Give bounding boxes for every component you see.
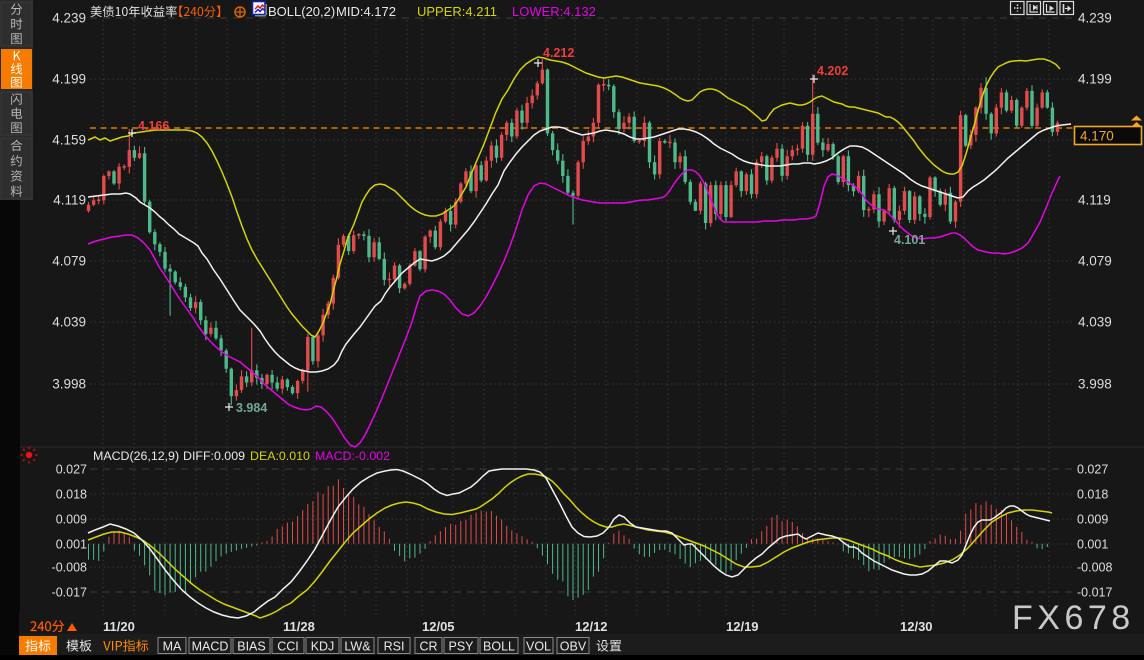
svg-text:4.119: 4.119: [53, 193, 86, 208]
svg-text:MA: MA: [163, 640, 182, 654]
svg-text:LW&: LW&: [344, 640, 371, 654]
svg-text:FX678: FX678: [1012, 599, 1135, 637]
svg-text:-0.017: -0.017: [1077, 586, 1112, 600]
svg-text:LOWER:4.132: LOWER:4.132: [512, 4, 596, 19]
svg-text:MACD(26,12,9): MACD(26,12,9): [93, 449, 179, 463]
svg-text:4.039: 4.039: [1078, 315, 1112, 330]
svg-text:4.079: 4.079: [1078, 254, 1112, 269]
svg-text:4.202: 4.202: [817, 64, 848, 78]
svg-text:CR: CR: [419, 640, 437, 654]
svg-text:DEA:0.010: DEA:0.010: [250, 449, 310, 463]
svg-text:4.239: 4.239: [52, 11, 86, 26]
svg-text:4.199: 4.199: [52, 72, 86, 87]
svg-text:12/05: 12/05: [422, 619, 455, 634]
svg-text:UPPER:4.211: UPPER:4.211: [417, 4, 497, 19]
svg-text:-0.017: -0.017: [52, 586, 87, 600]
svg-text:-0.008: -0.008: [52, 561, 87, 575]
svg-text:4.212: 4.212: [543, 46, 574, 60]
svg-text:4.159: 4.159: [52, 133, 86, 148]
svg-text:0.018: 0.018: [1077, 488, 1108, 502]
svg-text:BOLL: BOLL: [483, 640, 515, 654]
svg-text:4.199: 4.199: [1078, 72, 1112, 87]
svg-text:0.027: 0.027: [1077, 463, 1108, 477]
svg-text:0.001: 0.001: [56, 538, 87, 552]
svg-text:KDJ: KDJ: [311, 640, 335, 654]
svg-text:DIFF:0.009: DIFF:0.009: [183, 449, 245, 463]
svg-text:3.984: 3.984: [236, 401, 267, 415]
svg-text:4.166: 4.166: [138, 119, 169, 133]
svg-text:BOLL(20,2): BOLL(20,2): [268, 4, 335, 19]
svg-text:0.009: 0.009: [1077, 513, 1108, 527]
svg-text:12/30: 12/30: [900, 619, 933, 634]
svg-text:OBV: OBV: [560, 640, 587, 654]
svg-text:3.998: 3.998: [1078, 377, 1112, 392]
svg-text:4.079: 4.079: [52, 254, 86, 269]
svg-text:CCI: CCI: [277, 640, 299, 654]
svg-text:11/20: 11/20: [103, 619, 135, 634]
svg-text:MID:4.172: MID:4.172: [336, 4, 396, 19]
svg-text:MACD:-0.002: MACD:-0.002: [315, 449, 390, 463]
svg-text:12/12: 12/12: [575, 619, 608, 634]
svg-text:4.170: 4.170: [1080, 129, 1114, 144]
svg-text:MACD: MACD: [192, 640, 229, 654]
svg-text:RSI: RSI: [384, 640, 405, 654]
svg-text:3.998: 3.998: [52, 377, 86, 392]
svg-text:4.039: 4.039: [52, 315, 86, 330]
svg-text:0.009: 0.009: [56, 513, 87, 527]
svg-text:4.239: 4.239: [1078, 11, 1112, 26]
svg-text:12/19: 12/19: [726, 619, 759, 634]
svg-text:0.027: 0.027: [56, 463, 87, 477]
svg-text:0.001: 0.001: [1077, 538, 1108, 552]
svg-text:VOL: VOL: [526, 640, 551, 654]
svg-text:BIAS: BIAS: [237, 640, 266, 654]
svg-text:-0.008: -0.008: [1077, 561, 1112, 575]
svg-text:4.101: 4.101: [894, 233, 925, 247]
svg-text:11/28: 11/28: [283, 619, 315, 634]
svg-text:4.119: 4.119: [1078, 193, 1111, 208]
svg-text:0.018: 0.018: [56, 488, 87, 502]
svg-text:PSY: PSY: [448, 640, 474, 654]
